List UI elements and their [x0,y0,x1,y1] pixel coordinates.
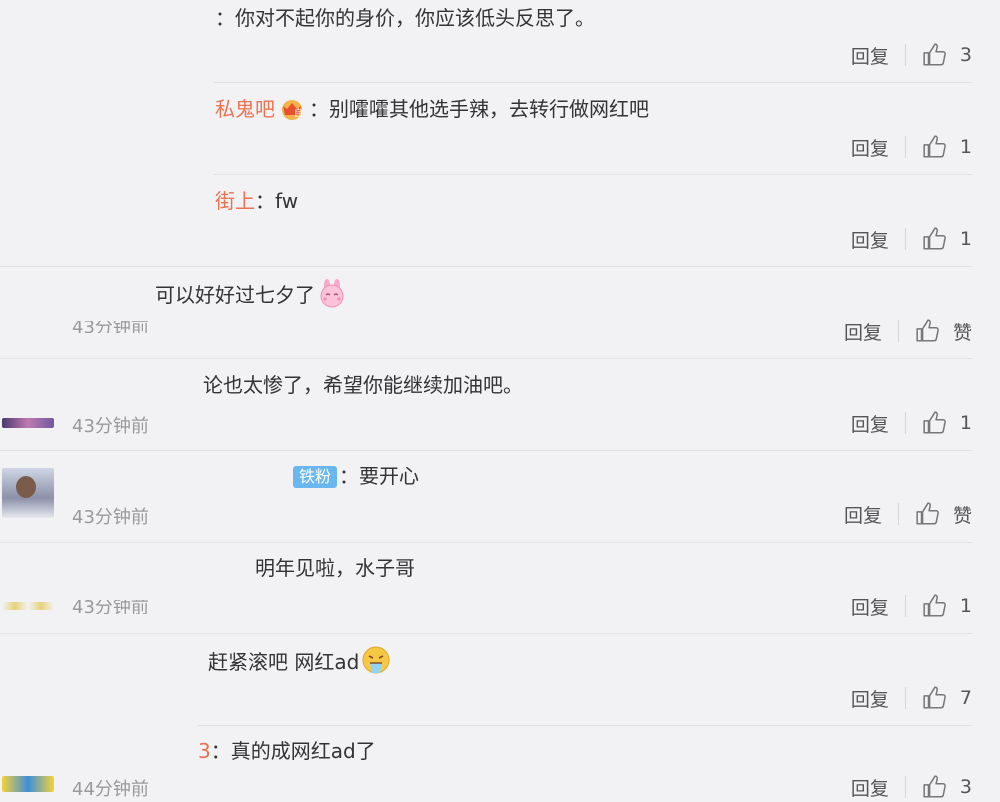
comment-text-line: 3：真的成网红ad了 [198,737,376,765]
action-divider [897,320,899,342]
comment-actions: 回复 1 [851,591,972,621]
reply-button[interactable]: 回复 [851,774,889,801]
comment-author[interactable]: 3 [198,739,211,763]
comment-author[interactable]: 私鬼吧 [215,97,275,121]
thumbs-up-icon[interactable] [922,774,948,800]
divider [0,358,972,359]
comment-text: 赶紧滚吧 网红ad [208,650,360,674]
like-count: 3 [959,776,972,798]
like-count: 赞 [952,504,972,527]
user-avatar[interactable] [2,602,54,610]
thumbs-up-icon[interactable] [922,226,948,252]
comment-actions: 回复 赞 [844,499,972,529]
comment-text-line: 铁粉 ：要开心 [293,462,419,490]
action-divider [904,595,906,617]
divider [0,542,972,543]
avatar-face [16,476,36,498]
action-divider [904,228,906,250]
thumbs-up-icon[interactable] [922,685,948,711]
comment-actions: 回复 7 [851,683,972,713]
thumbs-up-icon[interactable] [922,593,948,619]
comment-actions: 回复 1 [851,408,972,438]
divider [0,633,972,634]
reply-button[interactable]: 回复 [851,593,889,620]
comment-text: ：要开心 [339,464,420,488]
vomit-face-emoji-icon [362,646,390,674]
comment-time: 44分钟前 [72,779,149,800]
comment-author[interactable]: 街上 [215,189,255,213]
comment-text: ：你对不起你的身价，你应该低头反思了。 [215,6,595,30]
svg-text:自: 自 [294,107,303,119]
comment-text: ：真的成网红ad了 [210,739,376,763]
divider [214,174,972,175]
divider [0,266,972,267]
reply-button[interactable]: 回复 [844,501,882,528]
pink-bunny-emoji-icon [320,279,344,308]
comment-text: ：fw [255,189,299,213]
reply-button[interactable]: 回复 [844,318,882,345]
comment-time: 43分钟前 [72,507,149,528]
action-divider [904,412,906,434]
thumbs-up-icon[interactable] [915,501,941,527]
thumbs-up-icon[interactable] [922,42,948,68]
comment-actions: 回复 1 [851,132,972,162]
like-count: 1 [959,412,972,434]
like-count: 7 [959,687,972,709]
reply-button[interactable]: 回复 [851,410,889,437]
comment-text: 论也太惨了，希望你能继续加油吧。 [203,373,523,397]
comment-text: 明年见啦，水子哥 [255,556,415,580]
like-count: 3 [959,44,972,66]
reply-button[interactable]: 回复 [851,42,889,69]
action-divider [904,687,906,709]
like-count: 1 [959,136,972,158]
fan-badge: 铁粉 [293,466,338,488]
user-avatar[interactable] [2,468,54,518]
action-divider [904,776,906,798]
reply-button[interactable]: 回复 [851,685,889,712]
action-divider [897,503,899,525]
comment-time: 43分钟前 [72,600,149,614]
comment-text-line: 街上：fw [215,187,298,215]
crown-fan-icon: 自 [282,100,303,120]
comment-text-line: 私鬼吧 自 ：别嚯嚯其他选手辣，去转行做网红吧 [215,95,649,123]
thumbs-up-icon[interactable] [915,318,941,344]
like-count: 1 [959,595,972,617]
divider [198,725,972,726]
user-avatar[interactable] [2,418,54,428]
comment-text: ：别嚯嚯其他选手辣，去转行做网红吧 [309,97,649,121]
reply-button[interactable]: 回复 [851,134,889,161]
comment-actions: 回复 1 [851,224,972,254]
comment-text-line: 可以好好过七夕了 [155,278,347,309]
comment-text-line: 赶紧滚吧 网红ad [208,645,391,676]
comment-actions: 回复 3 [851,40,972,70]
divider [214,82,972,83]
action-divider [904,136,906,158]
like-count: 1 [959,228,972,250]
reply-button[interactable]: 回复 [851,226,889,253]
comment-actions: 回复 3 [851,772,972,802]
like-count: 赞 [952,321,972,344]
user-avatar[interactable] [2,776,54,792]
comment-text: 可以好好过七夕了 [155,283,315,307]
comment-time: 43分钟前 [72,416,149,437]
thumbs-up-icon[interactable] [922,410,948,436]
comment-time: 43分钟前 [72,321,149,333]
action-divider [904,44,906,66]
comment-actions: 回复 赞 [844,316,972,346]
divider [0,450,972,451]
thumbs-up-icon[interactable] [922,134,948,160]
